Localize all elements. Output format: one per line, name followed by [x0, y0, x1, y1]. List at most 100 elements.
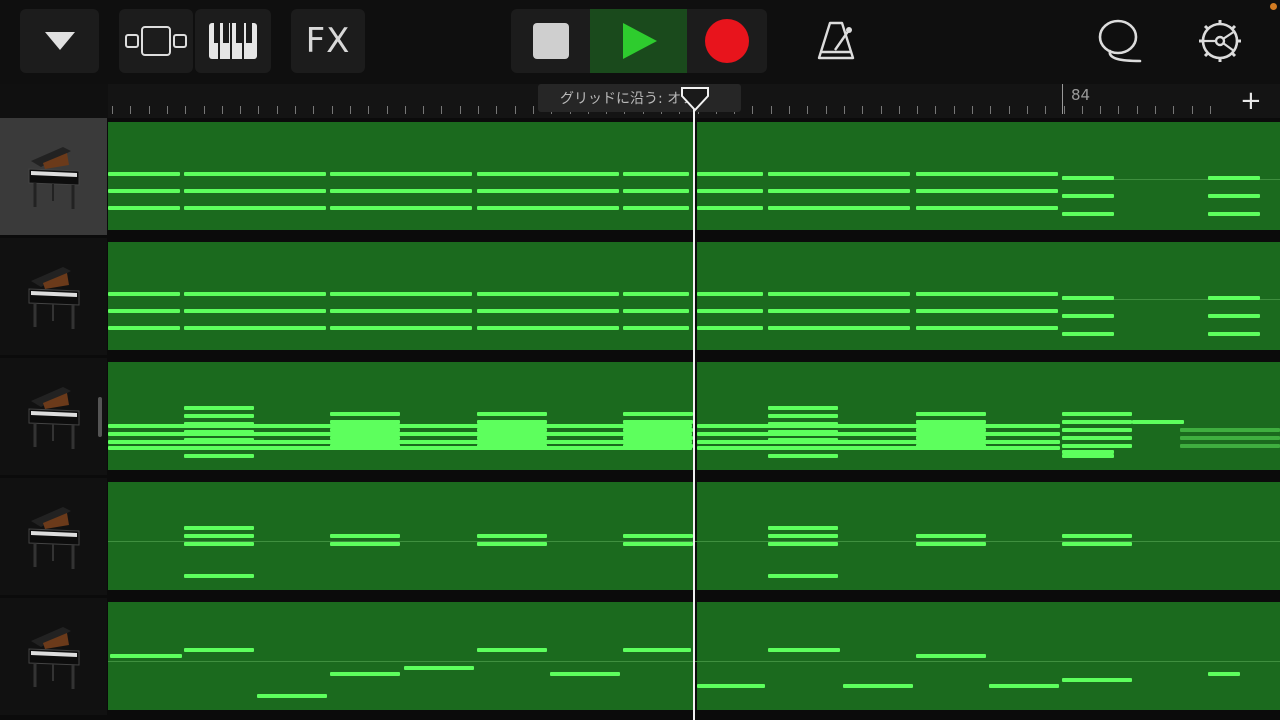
- midi-note: [330, 292, 472, 296]
- midi-note: [184, 526, 254, 530]
- midi-note: [916, 534, 986, 538]
- midi-region[interactable]: [1062, 602, 1280, 710]
- midi-note: [108, 309, 180, 313]
- ruler-tick: [881, 106, 882, 114]
- midi-region[interactable]: [697, 362, 1062, 470]
- loop-browser-button[interactable]: [1082, 9, 1158, 73]
- browser-dropdown-button[interactable]: [20, 9, 99, 73]
- midi-note: [916, 309, 1058, 313]
- midi-note: [916, 654, 986, 658]
- midi-note: [623, 444, 693, 448]
- midi-note: [330, 672, 400, 676]
- midi-region[interactable]: [108, 602, 693, 710]
- add-section-button[interactable]: +: [1240, 86, 1262, 116]
- grand-piano-icon: [28, 266, 79, 329]
- play-button[interactable]: [590, 9, 687, 73]
- midi-region[interactable]: [108, 242, 693, 350]
- midi-note: [768, 189, 910, 193]
- midi-note: [916, 292, 1058, 296]
- midi-region[interactable]: [108, 122, 693, 230]
- tracks-view-icon: [125, 26, 187, 56]
- midi-note: [1062, 678, 1132, 682]
- ruler-tick: [1009, 106, 1010, 114]
- midi-note: [330, 172, 472, 176]
- record-icon: [705, 19, 749, 63]
- triangle-down-icon: [44, 32, 75, 50]
- midi-note: [184, 406, 254, 410]
- ruler-tick: [771, 106, 772, 114]
- midi-note: [184, 309, 326, 313]
- track-header-5[interactable]: [0, 598, 107, 715]
- midi-note: [916, 189, 1058, 193]
- midi-note: [768, 292, 910, 296]
- midi-region[interactable]: [697, 122, 1062, 230]
- ruler-tick: [1118, 106, 1119, 114]
- playhead-handle-icon[interactable]: [680, 86, 710, 112]
- midi-note: [623, 436, 693, 440]
- fx-button[interactable]: FX: [291, 9, 365, 73]
- grand-piano-icon: [28, 386, 79, 449]
- track-header-2[interactable]: [0, 238, 107, 355]
- midi-note: [477, 542, 547, 546]
- midi-note: [330, 412, 400, 416]
- midi-note: [330, 189, 472, 193]
- midi-note: [843, 684, 913, 688]
- midi-note: [623, 420, 693, 424]
- midi-note: [330, 534, 400, 538]
- midi-note: [623, 309, 689, 313]
- ruler-tick: [1100, 106, 1101, 114]
- ruler-tick: [1210, 106, 1211, 114]
- midi-note: [916, 412, 986, 416]
- header-resize-handle[interactable]: [98, 397, 102, 437]
- midi-note: [1208, 332, 1260, 336]
- midi-note: [768, 526, 838, 530]
- playhead-line[interactable]: [693, 96, 695, 720]
- midi-note: [1062, 454, 1114, 458]
- midi-note: [108, 292, 180, 296]
- control-bar: FX: [0, 0, 1280, 84]
- ruler-tick: [1137, 106, 1138, 114]
- transport-controls: [511, 9, 767, 73]
- midi-note: [184, 542, 254, 546]
- ruler-tick: [222, 106, 223, 114]
- midi-note: [1180, 444, 1280, 448]
- midi-region[interactable]: [697, 602, 1062, 710]
- ruler-tick: [1027, 106, 1028, 114]
- ruler-tick: [954, 106, 955, 114]
- stop-button[interactable]: [511, 9, 590, 73]
- midi-note: [330, 436, 400, 440]
- settings-button[interactable]: [1182, 9, 1258, 73]
- midi-note: [477, 420, 547, 424]
- midi-note: [623, 428, 693, 432]
- midi-note: [623, 172, 689, 176]
- midi-note: [916, 326, 1058, 330]
- midi-note: [1180, 436, 1280, 440]
- record-button[interactable]: [687, 9, 767, 73]
- ruler-tick: [1155, 106, 1156, 114]
- midi-note: [768, 454, 838, 458]
- instrument-view-button[interactable]: [195, 9, 271, 73]
- midi-note: [184, 292, 326, 296]
- midi-note: [477, 309, 619, 313]
- ruler-tick: [935, 106, 936, 114]
- ruler-tick: [1082, 106, 1083, 114]
- tracks-view-button[interactable]: [119, 9, 193, 73]
- ruler-tick: [149, 106, 150, 114]
- metronome-button[interactable]: [798, 9, 874, 73]
- track-header-4[interactable]: [0, 478, 107, 595]
- midi-note: [477, 444, 547, 448]
- midi-note: [330, 542, 400, 546]
- midi-note: [404, 666, 474, 670]
- midi-note: [697, 172, 763, 176]
- midi-note: [697, 206, 763, 210]
- midi-note: [1062, 296, 1114, 300]
- ruler-tick: [1173, 106, 1174, 114]
- midi-note: [989, 684, 1059, 688]
- ruler-tick: [441, 106, 442, 114]
- track-header-3[interactable]: [0, 358, 107, 475]
- track-header-1[interactable]: [0, 118, 107, 235]
- midi-region[interactable]: [697, 242, 1062, 350]
- ruler-tick: [1192, 106, 1193, 114]
- midi-region[interactable]: [697, 482, 1062, 590]
- midi-note: [768, 542, 838, 546]
